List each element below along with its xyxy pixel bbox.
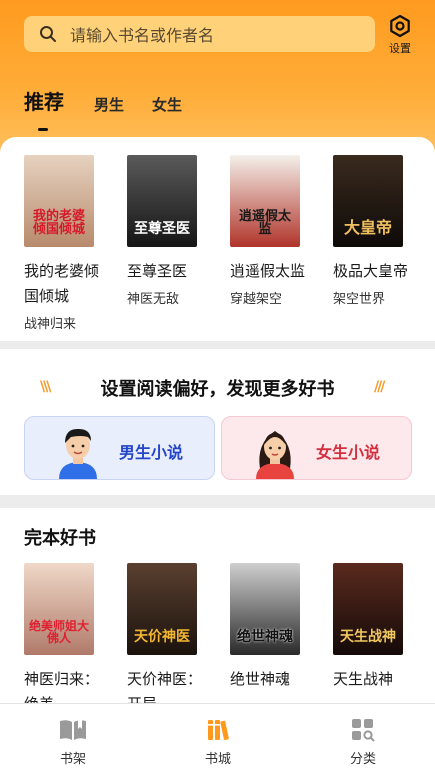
book-cover[interactable]: 天生战神 bbox=[333, 563, 403, 655]
search-icon bbox=[40, 26, 56, 42]
book-cover[interactable]: 绝世神魂 bbox=[230, 563, 300, 655]
book-tag: 穿越架空 bbox=[230, 292, 283, 307]
book-title[interactable]: 极品大皇帝 bbox=[333, 259, 413, 284]
male-novel-label: 男生小说 bbox=[119, 443, 184, 462]
cover-title: 逍遥假太监 bbox=[238, 208, 291, 238]
settings-button[interactable]: 设置 bbox=[385, 14, 415, 56]
tab-female[interactable]: 女生 bbox=[152, 94, 182, 115]
bottom-navigation: 书架 书城 分类 bbox=[0, 703, 435, 775]
book-item[interactable]: 天价神医 天价神医：开局 bbox=[127, 563, 230, 717]
nav-item-category[interactable]: 分类 bbox=[333, 718, 393, 767]
cover-title: 至尊圣医 bbox=[134, 221, 190, 238]
book-cover[interactable]: 至尊圣医 bbox=[127, 155, 197, 247]
category-icon bbox=[352, 719, 375, 742]
nav-label: 书架 bbox=[59, 752, 86, 767]
category-tabs: 推荐 男生 女生 bbox=[24, 86, 210, 131]
recommend-section: 我的老婆倾国倾城 我的老婆倾国倾城 战神归来 至尊圣医 至尊圣医 神医无敌 逍遥… bbox=[0, 137, 435, 341]
decoration-right-icon: /// bbox=[374, 379, 385, 395]
cover-title: 天价神医 bbox=[134, 629, 190, 646]
book-tag: 架空世界 bbox=[333, 292, 386, 307]
book-cover[interactable]: 我的老婆倾国倾城 bbox=[24, 155, 94, 247]
search-bar[interactable]: 请输入书名或作者名 bbox=[24, 16, 375, 52]
nav-label: 书城 bbox=[204, 752, 231, 767]
female-novel-button[interactable]: 女生小说 bbox=[221, 416, 412, 480]
nav-item-bookstore[interactable]: 书城 bbox=[188, 718, 248, 767]
book-title[interactable]: 绝世神魂 bbox=[230, 667, 310, 692]
tab-recommend[interactable]: 推荐 bbox=[24, 86, 64, 131]
book-title[interactable]: 至尊圣医 bbox=[127, 259, 207, 284]
female-novel-label: 女生小说 bbox=[316, 443, 381, 462]
book-item[interactable]: 至尊圣医 至尊圣医 神医无敌 bbox=[127, 155, 230, 332]
nav-item-bookshelf[interactable]: 书架 bbox=[43, 718, 103, 767]
book-cover[interactable]: 天价神医 bbox=[127, 563, 197, 655]
book-item[interactable]: 我的老婆倾国倾城 我的老婆倾国倾城 战神归来 bbox=[24, 155, 127, 332]
book-title[interactable]: 逍遥假太监 bbox=[230, 259, 310, 284]
bookshelf-icon bbox=[60, 720, 86, 740]
book-item[interactable]: 大皇帝 极品大皇帝 架空世界 bbox=[333, 155, 435, 332]
bookstore-icon bbox=[208, 720, 229, 741]
book-item[interactable]: 天生战神 天生战神 bbox=[333, 563, 435, 717]
male-novel-button[interactable]: 男生小说 bbox=[24, 416, 215, 480]
book-cover[interactable]: 绝美师姐大佛人 bbox=[24, 563, 94, 655]
finished-book-list: 绝美师姐大佛人 神医归来：绝美 天价神医 天价神医：开局 绝世神魂 绝世神魂 天… bbox=[24, 563, 435, 717]
book-title[interactable]: 我的老婆倾国倾城 bbox=[24, 259, 104, 309]
preference-title: 设置阅读偏好，发现更多好书 bbox=[100, 379, 335, 400]
settings-label: 设置 bbox=[389, 42, 411, 55]
cover-title: 大皇帝 bbox=[343, 218, 392, 238]
recommend-book-list: 我的老婆倾国倾城 我的老婆倾国倾城 战神归来 至尊圣医 至尊圣医 神医无敌 逍遥… bbox=[24, 155, 435, 332]
book-title[interactable]: 天生战神 bbox=[333, 667, 413, 692]
book-item[interactable]: 逍遥假太监 逍遥假太监 穿越架空 bbox=[230, 155, 333, 332]
female-avatar-icon bbox=[256, 431, 294, 479]
gear-icon bbox=[390, 14, 410, 38]
cover-title: 天生战神 bbox=[340, 629, 396, 646]
book-cover[interactable]: 逍遥假太监 bbox=[230, 155, 300, 247]
cover-title: 绝美师姐大佛人 bbox=[28, 618, 89, 646]
book-tag: 战神归来 bbox=[24, 317, 77, 332]
finished-books-section: 完本好书 绝美师姐大佛人 神医归来：绝美 天价神医 天价神医：开局 绝世神魂 绝… bbox=[0, 508, 435, 713]
book-cover[interactable]: 大皇帝 bbox=[333, 155, 403, 247]
search-input[interactable]: 请输入书名或作者名 bbox=[70, 22, 214, 46]
male-avatar-icon bbox=[59, 428, 97, 479]
book-item[interactable]: 绝世神魂 绝世神魂 bbox=[230, 563, 333, 717]
book-tag: 神医无敌 bbox=[127, 292, 180, 307]
cover-title: 绝世神魂 bbox=[237, 629, 293, 646]
tab-male[interactable]: 男生 bbox=[94, 94, 124, 115]
nav-label: 分类 bbox=[349, 752, 376, 767]
cover-title: 我的老婆倾国倾城 bbox=[32, 208, 85, 238]
section-title: 完本好书 bbox=[24, 528, 96, 549]
reading-preference-section: \\\ 设置阅读偏好，发现更多好书 /// 男生小说 女生小说 bbox=[0, 349, 435, 495]
book-item[interactable]: 绝美师姐大佛人 神医归来：绝美 bbox=[24, 563, 127, 717]
